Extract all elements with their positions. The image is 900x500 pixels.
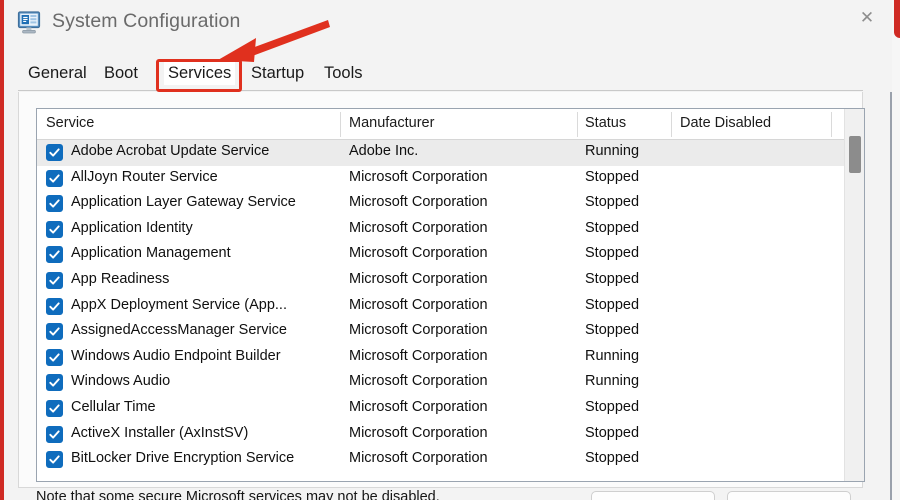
cell-manufacturer: Microsoft Corporation bbox=[349, 348, 488, 364]
cell-manufacturer: Microsoft Corporation bbox=[349, 194, 488, 210]
service-checkbox[interactable] bbox=[46, 349, 63, 366]
tab-bar: General Boot Services Startup Tools bbox=[4, 48, 892, 92]
cell-status: Stopped bbox=[585, 297, 639, 313]
cell-service: AssignedAccessManager Service bbox=[71, 322, 287, 338]
table-row[interactable]: App Readiness Microsoft Corporation Stoppe… bbox=[37, 268, 865, 294]
cell-service: ActiveX Installer (AxInstSV) bbox=[71, 425, 248, 441]
service-checkbox[interactable] bbox=[46, 400, 63, 417]
column-divider[interactable] bbox=[831, 112, 832, 137]
column-header-service[interactable]: Service bbox=[46, 115, 94, 131]
column-header-date-disabled[interactable]: Date Disabled bbox=[680, 115, 771, 131]
cell-status: Running bbox=[585, 373, 639, 389]
system-configuration-window: System Configuration ✕ General Boot Serv… bbox=[4, 0, 892, 500]
column-divider[interactable] bbox=[671, 112, 672, 137]
cell-status: Stopped bbox=[585, 245, 639, 261]
table-row[interactable]: ActiveX Installer (AxInstSV) Microsoft Co… bbox=[37, 422, 865, 448]
cell-status: Running bbox=[585, 143, 639, 159]
table-row[interactable]: Application Management Microsoft Corporat… bbox=[37, 242, 865, 268]
cell-status: Stopped bbox=[585, 425, 639, 441]
cell-status: Stopped bbox=[585, 194, 639, 210]
service-checkbox[interactable] bbox=[46, 374, 63, 391]
cell-status: Stopped bbox=[585, 271, 639, 287]
service-checkbox[interactable] bbox=[46, 272, 63, 289]
cell-service: Windows Audio Endpoint Builder bbox=[71, 348, 281, 364]
scrollbar-thumb[interactable] bbox=[849, 136, 861, 173]
cell-status: Running bbox=[585, 348, 639, 364]
service-checkbox[interactable] bbox=[46, 246, 63, 263]
cell-status: Stopped bbox=[585, 169, 639, 185]
cell-manufacturer: Adobe Inc. bbox=[349, 143, 418, 159]
tab-underline bbox=[18, 90, 863, 91]
cell-manufacturer: Microsoft Corporation bbox=[349, 245, 488, 261]
table-row[interactable]: AllJoyn Router Service Microsoft Corporat… bbox=[37, 166, 865, 192]
table-row[interactable]: AppX Deployment Service (App... Microsoft… bbox=[37, 294, 865, 320]
cell-manufacturer: Microsoft Corporation bbox=[349, 399, 488, 415]
list-scrollbar[interactable] bbox=[844, 109, 864, 482]
table-row[interactable]: Cellular Time Microsoft Corporation Stoppe… bbox=[37, 396, 865, 422]
service-checkbox[interactable] bbox=[46, 195, 63, 212]
annotation-arrow-icon bbox=[200, 18, 330, 66]
table-row[interactable]: Application Identity Microsoft Corporatio… bbox=[37, 217, 865, 243]
tab-boot[interactable]: Boot bbox=[100, 62, 142, 85]
table-row[interactable]: Windows Audio Endpoint Builder Microsoft … bbox=[37, 345, 865, 371]
enable-all-button[interactable] bbox=[591, 491, 715, 500]
close-icon[interactable]: ✕ bbox=[844, 0, 890, 34]
cell-service: Application Layer Gateway Service bbox=[71, 194, 296, 210]
cell-manufacturer: Microsoft Corporation bbox=[349, 169, 488, 185]
cell-manufacturer: Microsoft Corporation bbox=[349, 425, 488, 441]
column-header-status[interactable]: Status bbox=[585, 115, 626, 131]
system-configuration-icon bbox=[17, 11, 43, 35]
table-header-row: Service Manufacturer Status Date Disable… bbox=[37, 109, 864, 140]
table-row[interactable]: Application Layer Gateway Service Microso… bbox=[37, 191, 865, 217]
column-header-manufacturer[interactable]: Manufacturer bbox=[349, 115, 434, 131]
services-list[interactable]: Service Manufacturer Status Date Disable… bbox=[36, 108, 865, 482]
tab-general[interactable]: General bbox=[24, 62, 91, 85]
table-body: Adobe Acrobat Update Service Adobe Inc. Ru… bbox=[37, 140, 865, 473]
service-checkbox[interactable] bbox=[46, 170, 63, 187]
cell-manufacturer: Microsoft Corporation bbox=[349, 271, 488, 287]
cell-service: BitLocker Drive Encryption Service bbox=[71, 450, 294, 466]
cell-service: Windows Audio bbox=[71, 373, 170, 389]
service-checkbox[interactable] bbox=[46, 298, 63, 315]
cell-status: Stopped bbox=[585, 322, 639, 338]
cell-manufacturer: Microsoft Corporation bbox=[349, 322, 488, 338]
cell-manufacturer: Microsoft Corporation bbox=[349, 297, 488, 313]
title-bar: System Configuration ✕ bbox=[4, 0, 892, 48]
annotation-frame-right-edge bbox=[894, 0, 900, 38]
cell-service: AppX Deployment Service (App... bbox=[71, 297, 287, 313]
service-checkbox[interactable] bbox=[46, 451, 63, 468]
cell-manufacturer: Microsoft Corporation bbox=[349, 373, 488, 389]
column-divider[interactable] bbox=[577, 112, 578, 137]
screen: System Configuration ✕ General Boot Serv… bbox=[0, 0, 900, 500]
cell-status: Stopped bbox=[585, 450, 639, 466]
cell-status: Stopped bbox=[585, 399, 639, 415]
service-checkbox[interactable] bbox=[46, 426, 63, 443]
cell-manufacturer: Microsoft Corporation bbox=[349, 450, 488, 466]
service-checkbox[interactable] bbox=[46, 221, 63, 238]
cell-manufacturer: Microsoft Corporation bbox=[349, 220, 488, 236]
cell-service: Application Identity bbox=[71, 220, 193, 236]
table-row[interactable]: BitLocker Drive Encryption Service Micros… bbox=[37, 447, 865, 473]
service-checkbox[interactable] bbox=[46, 323, 63, 340]
table-row[interactable]: AssignedAccessManager Service Microsoft C… bbox=[37, 319, 865, 345]
cell-status: Stopped bbox=[585, 220, 639, 236]
column-divider[interactable] bbox=[340, 112, 341, 137]
cell-service: Application Management bbox=[71, 245, 231, 261]
table-row[interactable]: Windows Audio Microsoft Corporation Runnin… bbox=[37, 370, 865, 396]
cell-service: Cellular Time bbox=[71, 399, 156, 415]
cell-service: App Readiness bbox=[71, 271, 169, 287]
service-checkbox[interactable] bbox=[46, 144, 63, 161]
cell-service: Adobe Acrobat Update Service bbox=[71, 143, 269, 159]
table-row[interactable]: Adobe Acrobat Update Service Adobe Inc. Ru… bbox=[37, 140, 865, 166]
cell-service: AllJoyn Router Service bbox=[71, 169, 218, 185]
secure-services-note: Note that some secure Microsoft services… bbox=[36, 489, 440, 500]
disable-all-button[interactable] bbox=[727, 491, 851, 500]
